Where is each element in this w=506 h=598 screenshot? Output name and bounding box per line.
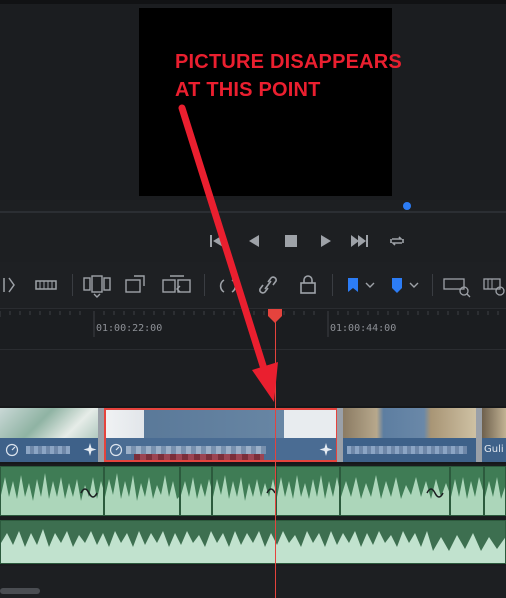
video-clip-selected[interactable] bbox=[104, 438, 338, 462]
video-clip[interactable] bbox=[0, 438, 104, 462]
transport-controls bbox=[0, 225, 506, 257]
razor-icon[interactable] bbox=[33, 272, 59, 298]
playhead-line[interactable] bbox=[275, 316, 276, 598]
clip-thumbnail[interactable] bbox=[0, 408, 104, 438]
audio-clip-music[interactable] bbox=[0, 520, 506, 564]
play-icon[interactable] bbox=[316, 231, 336, 251]
go-to-start-icon[interactable] bbox=[207, 231, 227, 251]
audio-clip[interactable] bbox=[276, 466, 340, 516]
clip-thumbnail[interactable] bbox=[343, 408, 478, 438]
video-clip[interactable]: Guli bbox=[482, 438, 506, 462]
audio-waveform bbox=[1, 473, 103, 515]
marker-icon[interactable] bbox=[388, 272, 422, 298]
snapping-icon[interactable] bbox=[216, 272, 240, 298]
zoom-full-icon[interactable] bbox=[442, 272, 472, 298]
timecode-label: 01:00:44:00 bbox=[330, 323, 397, 334]
timeline-ruler[interactable]: 01:00:22:00 01:00:44:00 bbox=[0, 309, 506, 350]
audio-waveform bbox=[213, 475, 275, 515]
timeline-toolbar bbox=[0, 262, 506, 309]
replace-clip-icon[interactable] bbox=[160, 272, 194, 298]
playhead-marker[interactable] bbox=[268, 309, 282, 323]
video-track-empty bbox=[0, 350, 506, 406]
go-to-end-icon[interactable] bbox=[350, 231, 370, 251]
overwrite-clip-icon[interactable] bbox=[122, 272, 150, 298]
audio-track-a2 bbox=[0, 518, 506, 566]
blurred-clip-name bbox=[26, 446, 70, 454]
annotation-line-2: AT THIS POINT bbox=[175, 79, 321, 101]
audio-clip[interactable] bbox=[340, 466, 450, 516]
video-clip[interactable] bbox=[343, 438, 478, 462]
blurred-clip-name bbox=[126, 446, 266, 454]
stop-icon[interactable] bbox=[281, 231, 301, 251]
audio-clip[interactable] bbox=[0, 466, 104, 516]
viewer-scrub-bar[interactable] bbox=[0, 211, 506, 213]
sparkle-icon bbox=[83, 443, 97, 456]
zoom-detail-icon[interactable] bbox=[482, 272, 506, 298]
retime-speed-icon bbox=[109, 443, 123, 457]
audio-clip[interactable] bbox=[450, 466, 484, 516]
clip-thumbnail[interactable] bbox=[104, 408, 338, 438]
retime-speed-icon bbox=[5, 443, 19, 457]
viewer-divider bbox=[0, 0, 506, 4]
flag-icon[interactable] bbox=[344, 272, 378, 298]
viewer-playhead[interactable] bbox=[403, 202, 411, 210]
horizontal-scrollbar[interactable] bbox=[0, 588, 40, 594]
audio-clip[interactable] bbox=[104, 466, 180, 516]
annotation-line-1: PICTURE DISAPPEARS bbox=[175, 51, 402, 73]
video-track-v1: Guli bbox=[0, 406, 506, 464]
render-cache-bar bbox=[134, 454, 264, 460]
audio-waveform bbox=[181, 477, 211, 515]
clip-name: Guli bbox=[484, 444, 504, 455]
clip-thumbnail[interactable] bbox=[482, 408, 506, 438]
audio-waveform bbox=[341, 475, 449, 515]
ruler-ticks bbox=[0, 311, 499, 337]
audio-waveform bbox=[105, 473, 179, 515]
audio-waveform bbox=[451, 477, 483, 515]
timecode-label: 01:00:22:00 bbox=[96, 323, 163, 334]
insert-clip-icon[interactable] bbox=[82, 272, 112, 298]
link-icon[interactable] bbox=[256, 272, 280, 298]
sparkle-icon bbox=[319, 443, 333, 456]
timeline-footer bbox=[0, 566, 506, 598]
annotation-text: PICTURE DISAPPEARS AT THIS POINT bbox=[175, 48, 402, 104]
play-reverse-icon[interactable] bbox=[244, 231, 264, 251]
audio-waveform bbox=[277, 475, 339, 515]
audio-waveform bbox=[1, 529, 505, 563]
audio-track-a1 bbox=[0, 464, 506, 518]
toolbar-divider bbox=[332, 274, 333, 296]
loop-icon[interactable] bbox=[387, 231, 407, 251]
audio-clip[interactable] bbox=[180, 466, 212, 516]
toolbar-divider bbox=[204, 274, 205, 296]
audio-clip[interactable] bbox=[212, 466, 276, 516]
trim-mode-icon[interactable] bbox=[0, 272, 22, 298]
toolbar-divider bbox=[72, 274, 73, 296]
lock-icon[interactable] bbox=[296, 272, 320, 298]
audio-waveform bbox=[485, 477, 505, 515]
audio-clip[interactable] bbox=[484, 466, 506, 516]
toolbar-divider bbox=[432, 274, 433, 296]
blurred-clip-name bbox=[347, 446, 467, 454]
